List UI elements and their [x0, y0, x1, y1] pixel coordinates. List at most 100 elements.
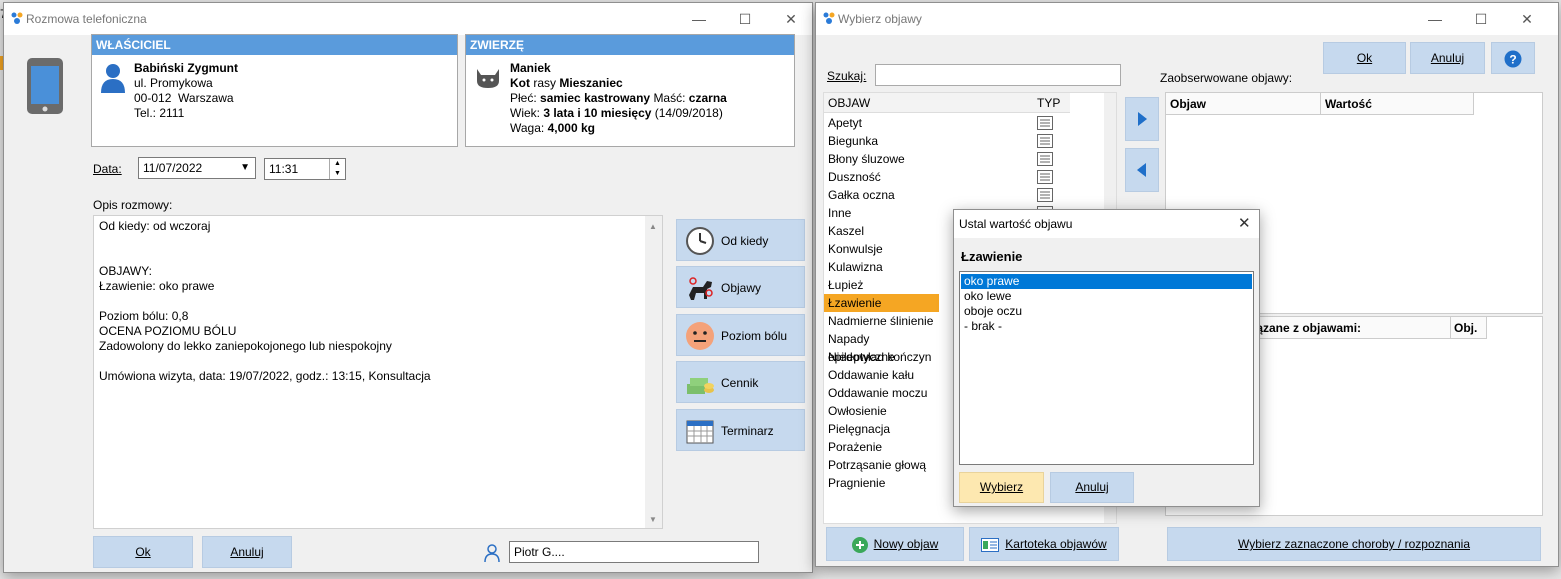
date-value: 11/07/2022 [143, 161, 203, 175]
pet-panel: ZWIERZĘ Maniek Kot rasy Mieszaniec Płeć:… [465, 34, 795, 147]
option-item[interactable]: - brak - [961, 319, 1252, 334]
clock-icon [686, 227, 714, 255]
calendar-label: Terminarz [721, 424, 774, 438]
cancel-label: Anuluj [1075, 480, 1109, 494]
pet-color-label: Maść: [653, 91, 686, 105]
list-header: OBJAW TYP [824, 93, 1070, 113]
list-item[interactable]: Pielęgnacja [824, 420, 939, 438]
app-logo-icon [823, 12, 835, 24]
type-icon [1037, 170, 1053, 184]
time-field[interactable]: 11:31 ▲ ▼ [264, 158, 346, 180]
desc-line: OCENA POZIOMU BÓLU [99, 324, 237, 338]
minimize-button[interactable]: — [1412, 3, 1458, 35]
list-item[interactable]: Konwulsje [824, 240, 939, 258]
scroll-up-icon[interactable]: ▲ [649, 222, 657, 231]
search-label: Szukaj: [827, 69, 867, 83]
pet-color: czarna [688, 91, 727, 105]
pet-sex-line: Płeć: samiec kastrowany Maść: czarna [510, 91, 727, 105]
list-item[interactable]: Owłosienie [824, 402, 939, 420]
list-item[interactable]: Łzawienie [824, 294, 939, 312]
calendar-button[interactable]: Terminarz [676, 409, 805, 451]
list-item[interactable]: Apetyt [824, 114, 939, 132]
scroll-down-icon[interactable]: ▼ [649, 515, 657, 524]
cat-icon [477, 69, 499, 88]
set-value-dialog: Ustal wartość objawu ✕ Łzawienie oko pra… [953, 209, 1260, 507]
list-item[interactable]: Porażenie [824, 438, 939, 456]
owner-street: ul. Promykowa [134, 76, 213, 90]
list-item[interactable]: Kulawizna [824, 258, 939, 276]
pet-weight-line: Waga: 4,000 kg [510, 121, 595, 135]
cancel-button[interactable]: Anuluj [1050, 472, 1134, 503]
since-when-label: Od kiedy [721, 234, 769, 248]
help-icon: ? [1504, 50, 1522, 68]
owner-name: Babiński Zygmunt [134, 61, 239, 75]
app-logo-icon [11, 12, 23, 24]
desc-line: OBJAWY: [99, 264, 152, 278]
date-picker[interactable]: 11/07/2022 ▼ [138, 157, 256, 179]
pain-level-button[interactable]: Poziom bólu [676, 314, 805, 356]
list-item[interactable]: Oddawanie moczu [824, 384, 939, 402]
option-item[interactable]: oko lewe [961, 289, 1252, 304]
search-input[interactable] [875, 64, 1121, 86]
user-field[interactable]: Piotr G.... [509, 541, 759, 563]
type-icon [1037, 134, 1053, 148]
minimize-button[interactable]: — [676, 3, 722, 35]
pet-sex-label: Płeć: [510, 91, 537, 105]
pet-age: 3 lata i 10 miesięcy [543, 106, 652, 120]
list-item[interactable]: Nadmierne ślinienie [824, 312, 939, 330]
list-item[interactable]: Gałka oczna [824, 186, 939, 204]
list-item[interactable]: Duszność [824, 168, 939, 186]
list-item[interactable]: Niedowład kończyn [824, 348, 939, 366]
window-title: Rozmowa telefoniczna [26, 12, 147, 26]
pet-breed-label: rasy [533, 76, 557, 90]
symptoms-button[interactable]: Objawy [676, 266, 805, 308]
new-symptom-button[interactable]: Nowy objaw [826, 527, 964, 561]
add-arrow-button[interactable] [1125, 97, 1159, 141]
close-button[interactable]: ✕ [768, 3, 814, 35]
list-item[interactable]: Pragnienie [824, 474, 939, 492]
chevron-down-icon[interactable]: ▼ [240, 158, 250, 178]
symptom-card-button[interactable]: Kartoteka objawów [969, 527, 1119, 561]
option-item[interactable]: oboje oczu [961, 304, 1252, 319]
plus-icon [851, 536, 868, 553]
cancel-button[interactable]: Anuluj [1410, 42, 1485, 74]
list-item[interactable]: Potrząsanie głową [824, 456, 939, 474]
list-item[interactable]: Biegunka [824, 132, 939, 150]
price-list-label: Cennik [721, 376, 759, 390]
type-icon [1037, 188, 1053, 202]
remove-arrow-button[interactable] [1125, 148, 1159, 192]
maximize-button[interactable]: ☐ [1458, 3, 1504, 35]
time-spinner[interactable]: ▲ ▼ [329, 159, 345, 179]
ok-button[interactable]: Ok [93, 536, 193, 568]
price-list-button[interactable]: Cennik [676, 361, 805, 403]
list-item[interactable]: Kaszel [824, 222, 939, 240]
ok-button[interactable]: Ok [1323, 42, 1406, 74]
close-icon[interactable]: ✕ [1238, 214, 1251, 232]
symptoms-titlebar: Wybierz objawy — ☐ ✕ [816, 3, 1558, 35]
list-item[interactable]: Napady epileptyczne [824, 330, 939, 364]
cancel-button[interactable]: Anuluj [202, 536, 292, 568]
col-typ: TYP [1037, 96, 1061, 110]
value-list[interactable]: oko prawe oko lewe oboje oczu - brak - [959, 271, 1254, 465]
help-button[interactable]: ? [1491, 42, 1535, 74]
choose-button[interactable]: Wybierz [959, 472, 1044, 503]
list-item[interactable]: Błony śluzowe [824, 150, 939, 168]
symptom-card-label: Kartoteka objawów [1005, 537, 1107, 551]
pet-header: ZWIERZĘ [466, 35, 794, 55]
new-symptom-label: Nowy objaw [873, 537, 939, 551]
pet-species-line: Kot rasy Mieszaniec [510, 76, 623, 90]
close-button[interactable]: ✕ [1504, 3, 1550, 35]
choose-label: Wybierz [979, 480, 1024, 494]
list-item[interactable]: Inne [824, 204, 939, 222]
option-item[interactable]: oko prawe [961, 274, 1252, 289]
desc-line: Zadowolony do lekko zaniepokojonego lub … [99, 339, 392, 353]
choose-diseases-button[interactable]: Wybierz zaznaczone choroby / rozpoznania [1167, 527, 1541, 561]
symptoms-label: Objawy [721, 281, 762, 295]
money-icon [687, 378, 714, 394]
maximize-button[interactable]: ☐ [722, 3, 768, 35]
textarea-scrollbar[interactable]: ▲ ▼ [645, 216, 662, 528]
phone-call-window: Rozmowa telefoniczna — ☐ ✕ WŁAŚCICIEL Ba… [3, 2, 813, 573]
since-when-button[interactable]: Od kiedy [676, 219, 805, 261]
list-item[interactable]: Łupież [824, 276, 939, 294]
list-item[interactable]: Oddawanie kału [824, 366, 939, 384]
